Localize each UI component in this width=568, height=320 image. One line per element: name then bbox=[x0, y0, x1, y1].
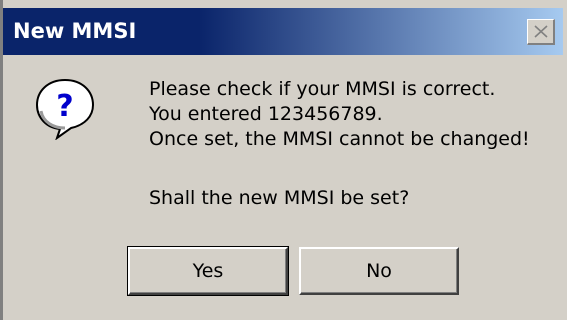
question-icon: ? bbox=[35, 78, 95, 140]
close-icon bbox=[534, 25, 548, 38]
no-button[interactable]: No bbox=[299, 247, 459, 295]
message-dialog: New MMSI ? Please check if your MMSI is … bbox=[0, 0, 568, 320]
message-line: Once set, the MMSI cannot be changed! bbox=[149, 128, 530, 150]
message-line: Please check if your MMSI is correct. bbox=[149, 78, 496, 100]
title-bar[interactable]: New MMSI bbox=[3, 8, 563, 55]
question-glyph: ? bbox=[56, 89, 73, 124]
dialog-message: Please check if your MMSI is correct. Yo… bbox=[149, 77, 530, 152]
message-line: You entered 123456789. bbox=[149, 103, 383, 125]
yes-button[interactable]: Yes bbox=[127, 246, 289, 296]
dialog-prompt: Shall the new MMSI be set? bbox=[149, 187, 410, 209]
close-button[interactable] bbox=[527, 19, 555, 45]
window-title: New MMSI bbox=[13, 19, 137, 43]
